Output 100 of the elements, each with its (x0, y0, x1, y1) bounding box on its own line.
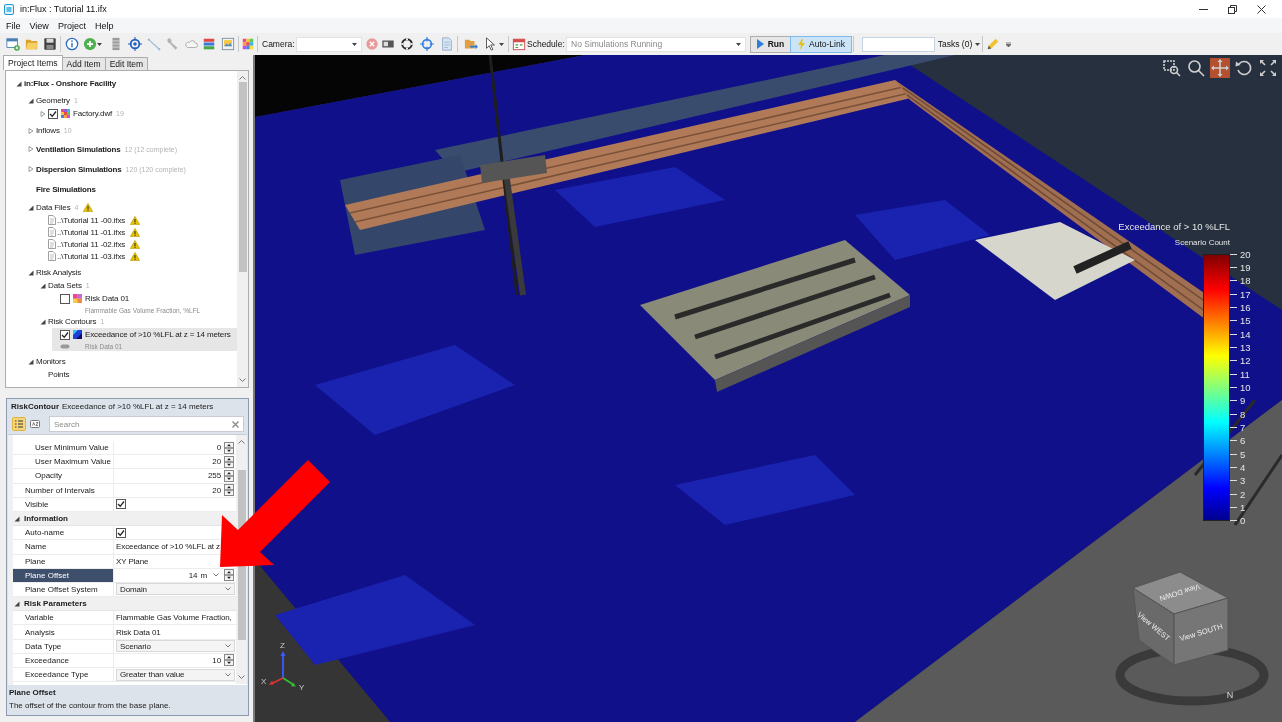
target-icon[interactable] (127, 37, 142, 51)
property-label[interactable]: Analysis (13, 625, 114, 639)
spinner-icon[interactable] (224, 484, 234, 497)
spinner-icon[interactable] (224, 455, 234, 468)
property-label[interactable]: Plane Offset System (13, 582, 114, 597)
schedule-dropdown[interactable]: No Simulations Running (566, 36, 746, 52)
expanded-arrow-icon[interactable] (28, 204, 34, 211)
expanded-arrow-icon[interactable] (40, 318, 46, 325)
menu-item[interactable]: View (25, 20, 53, 31)
checkbox[interactable] (116, 527, 126, 538)
scroll-thumb[interactable] (238, 82, 247, 272)
spinner-icon[interactable] (224, 569, 234, 582)
folder-arrow-icon[interactable] (463, 37, 478, 51)
checkbox[interactable] (60, 329, 70, 340)
pencil-icon[interactable] (986, 37, 1000, 51)
category-header[interactable]: Risk Parameters (13, 597, 236, 612)
property-label[interactable]: User Minimum Value (13, 441, 114, 455)
property-label[interactable]: Number of Intervals (13, 483, 114, 497)
value-field[interactable]: XY Plane (116, 556, 149, 566)
checkbox[interactable] (48, 108, 58, 119)
auto-link-button[interactable]: Auto-Link (790, 35, 852, 53)
number-field[interactable]: 0 (116, 443, 224, 453)
dropdown-caret-icon[interactable] (97, 42, 102, 46)
calendar-icon[interactable] (512, 37, 526, 51)
expanded-arrow-icon[interactable] (28, 97, 34, 104)
close-icon[interactable] (1257, 4, 1266, 14)
property-label[interactable]: User Maximum Value (13, 455, 114, 469)
menu-item[interactable]: File (2, 20, 25, 31)
tasks-button[interactable]: Tasks (0) (937, 39, 981, 49)
dropdown-field[interactable]: Domain (116, 583, 235, 596)
new-project-icon[interactable] (5, 37, 20, 51)
property-label[interactable]: Visible (13, 497, 114, 511)
tree-row[interactable]: ..\Tutorial 11 -00.ifxs (40, 214, 237, 226)
tree-row[interactable]: ..\Tutorial 11 -02.ifxs (40, 238, 237, 250)
spinner-icon[interactable] (224, 441, 234, 454)
alphabetical-view-icon[interactable] (28, 417, 42, 431)
checkbox[interactable] (116, 499, 126, 510)
spinner-icon[interactable] (224, 469, 234, 482)
value-field[interactable]: Exceedance of >10 %LFL at z (116, 542, 220, 552)
number-field[interactable]: 20 (116, 485, 224, 495)
unit-dropdown[interactable]: m (200, 570, 219, 580)
panel-tab[interactable]: Add Item (61, 57, 106, 70)
categorized-view-icon[interactable] (12, 417, 26, 431)
scroll-up-icon[interactable] (239, 76, 246, 80)
property-label[interactable]: Opacity (13, 469, 114, 483)
property-label[interactable]: Exceedance (13, 653, 114, 667)
expanded-arrow-icon[interactable] (28, 358, 34, 365)
panel-tab[interactable]: Edit Item (104, 57, 149, 70)
property-label[interactable]: Data Type (13, 639, 114, 653)
ring-icon[interactable] (399, 37, 414, 51)
tree-row[interactable]: Risk Analysis (28, 266, 237, 279)
color-bars-icon[interactable] (201, 37, 216, 51)
dropdown-field[interactable]: Greater than value (116, 668, 235, 681)
scroll-down-icon[interactable] (238, 675, 245, 679)
number-field[interactable]: 14 (116, 570, 201, 580)
property-label[interactable]: Auto-name (13, 526, 114, 540)
property-label[interactable]: Plane (13, 554, 114, 568)
task-field[interactable] (862, 36, 935, 52)
scroll-up-icon[interactable] (238, 440, 245, 444)
expand-icon[interactable] (1258, 58, 1278, 78)
search-field[interactable]: Search (49, 416, 244, 432)
save-icon[interactable] (42, 37, 57, 51)
checkbox[interactable] (60, 293, 70, 304)
number-field[interactable]: 20 (116, 457, 224, 467)
value-field[interactable]: Risk Data 01 (116, 627, 161, 637)
restore-icon[interactable] (1228, 4, 1237, 14)
property-label[interactable]: Name (13, 540, 114, 554)
tree-row[interactable]: Fire Simulations (28, 181, 237, 197)
zoom-icon[interactable] (1186, 58, 1206, 78)
scroll-down-icon[interactable] (239, 378, 246, 382)
picture-icon[interactable] (220, 37, 235, 51)
dropdown-caret-icon[interactable] (499, 42, 504, 46)
zoom-window-icon[interactable] (1162, 58, 1182, 78)
number-field[interactable]: 10 (116, 655, 224, 665)
expanded-arrow-icon[interactable] (28, 269, 34, 276)
tree-row[interactable]: ..\Tutorial 11 -01.ifxs (40, 226, 237, 238)
value-field[interactable]: Flammable Gas Volume Fraction, (116, 613, 232, 623)
expanded-arrow-icon[interactable] (14, 600, 20, 607)
run-button[interactable]: Run (749, 35, 792, 53)
scrollbar[interactable] (237, 71, 248, 387)
property-label[interactable]: Exceedance Type (13, 668, 114, 682)
tree-row[interactable]: in:Flux - Onshore Facility (16, 77, 237, 90)
menu-item[interactable]: Help (90, 20, 118, 31)
number-field[interactable]: 255 (116, 471, 224, 481)
expanded-arrow-icon[interactable] (14, 515, 20, 522)
expanded-arrow-icon[interactable] (16, 80, 22, 87)
tree-row[interactable]: Monitors (28, 355, 237, 368)
spinner-icon[interactable] (224, 654, 234, 667)
dropdown-field[interactable]: Scenario (116, 640, 235, 653)
rotate-icon[interactable] (1234, 58, 1254, 78)
expanded-arrow-icon[interactable] (40, 282, 46, 289)
info-icon[interactable] (64, 37, 79, 51)
overflow-icon[interactable] (1006, 41, 1011, 47)
tree-row[interactable]: ..\Tutorial 11 -03.ifxs (40, 250, 237, 262)
crosshair-icon[interactable] (419, 37, 434, 51)
panel-tab[interactable]: Project Items (3, 55, 63, 70)
property-label[interactable]: Variable (13, 611, 114, 625)
menu-item[interactable]: Project (53, 20, 90, 31)
clear-icon[interactable] (232, 420, 239, 428)
color-grid-icon[interactable] (240, 37, 255, 51)
